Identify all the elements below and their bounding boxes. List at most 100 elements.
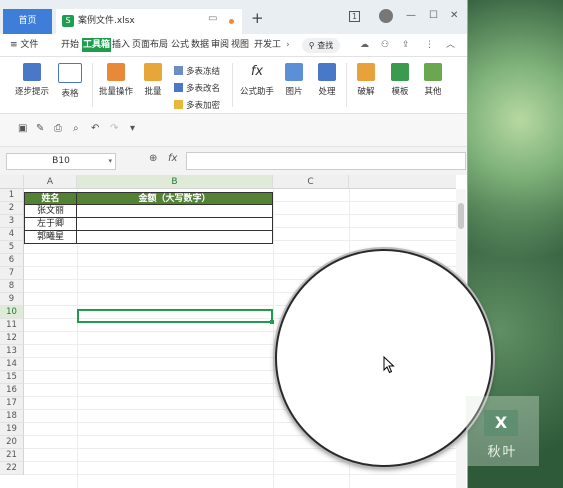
multi-sheet-rename[interactable]: 多表改名 <box>174 82 220 94</box>
column-header-c[interactable]: C <box>273 175 349 189</box>
cell-reference: B10 <box>52 156 70 166</box>
avatar[interactable] <box>379 9 393 23</box>
row-header[interactable]: 8 <box>0 280 24 293</box>
column-header-a[interactable]: A <box>24 175 77 189</box>
row-header[interactable]: 18 <box>0 410 24 423</box>
logo-mark: X <box>484 410 518 436</box>
fx-icon[interactable]: fx <box>168 153 177 164</box>
print-icon[interactable]: ⎙ <box>54 123 62 134</box>
user-icon[interactable]: ⚇ <box>381 34 389 56</box>
batch-operation-button[interactable]: 批量操作 <box>96 63 136 97</box>
menu-bar: ≡ 文件 开始 工具箱 插入 页面布局 公式 数据 审阅 视图 开发工 › ☁ … <box>0 34 467 57</box>
monitor-icon[interactable]: ▭ <box>208 13 217 24</box>
undo-icon[interactable]: ↶ <box>91 123 99 134</box>
close-button[interactable]: ✕ <box>450 10 458 21</box>
gridline <box>273 189 274 488</box>
table-cell-name[interactable]: 左于卿 <box>24 218 77 231</box>
freeze-label: 多表冻结 <box>186 67 221 77</box>
header-cell-name[interactable]: 姓名 <box>24 192 77 205</box>
row-header[interactable]: 20 <box>0 436 24 449</box>
file-tab-label: 案例文件.xlsx <box>78 16 135 26</box>
column-header-b[interactable]: B <box>77 175 273 189</box>
process-label: 处理 <box>318 87 336 97</box>
scrollbar-thumb[interactable] <box>458 203 464 229</box>
menu-toolbox[interactable]: 工具箱 <box>82 38 112 52</box>
image-button[interactable]: 图片 <box>283 63 305 97</box>
row-header[interactable]: 19 <box>0 423 24 436</box>
menu-data[interactable]: 数据 <box>191 34 209 56</box>
menu-more-icon[interactable]: › <box>286 34 290 56</box>
template-button[interactable]: 模板 <box>389 63 411 97</box>
header-cell-amount[interactable]: 金额（大写数字） <box>77 192 273 205</box>
share-icon[interactable]: ⇪ <box>402 34 410 56</box>
fill-handle[interactable] <box>270 320 274 324</box>
active-cell-b10[interactable] <box>77 309 273 323</box>
table-cell-amount[interactable] <box>77 218 273 231</box>
select-all-corner[interactable] <box>0 175 24 189</box>
row-header[interactable]: 15 <box>0 371 24 384</box>
other-button[interactable]: 其他 <box>422 63 444 97</box>
row-header[interactable]: 22 <box>0 462 24 475</box>
menu-start[interactable]: 开始 <box>61 34 79 56</box>
row-header[interactable]: 17 <box>0 397 24 410</box>
multi-sheet-freeze[interactable]: 多表冻结 <box>174 65 220 77</box>
multi-sheet-encrypt[interactable]: 多表加密 <box>174 99 220 111</box>
search-box[interactable]: ⚲ 查找 <box>302 38 340 53</box>
row-header[interactable]: 13 <box>0 345 24 358</box>
tab-file[interactable]: S 案例文件.xlsx ▭ <box>56 9 242 34</box>
more-icon[interactable]: ⋮ <box>425 34 434 56</box>
redo-icon[interactable]: ↷ <box>110 123 118 134</box>
process-button[interactable]: 处理 <box>316 63 338 97</box>
table-cell-name[interactable]: 郭曦星 <box>24 231 77 244</box>
row-header[interactable]: 14 <box>0 358 24 371</box>
menu-view[interactable]: 视图 <box>231 34 249 56</box>
row-header[interactable]: 11 <box>0 319 24 332</box>
ribbon-separator <box>346 63 347 107</box>
row-header[interactable]: 5 <box>0 241 24 254</box>
table-cell-name[interactable]: 张文丽 <box>24 205 77 218</box>
row-header[interactable]: 12 <box>0 332 24 345</box>
menu-page-layout[interactable]: 页面布局 <box>132 34 168 56</box>
key-icon <box>357 63 375 81</box>
row-header[interactable]: 16 <box>0 384 24 397</box>
menu-file[interactable]: ≡ 文件 <box>10 34 38 56</box>
print-preview-icon[interactable]: ⌕ <box>73 123 79 134</box>
batch-button[interactable]: 批量 <box>140 63 166 97</box>
menu-insert[interactable]: 插入 <box>112 34 130 56</box>
row-header[interactable]: 10 <box>0 306 24 319</box>
menu-formula[interactable]: 公式 <box>171 34 189 56</box>
crack-button[interactable]: 破解 <box>355 63 377 97</box>
row-header[interactable]: 4 <box>0 228 24 241</box>
zoom-icon[interactable]: ⊕ <box>149 153 157 164</box>
new-tab-button[interactable]: + <box>251 9 264 27</box>
formula-helper-button[interactable]: fx 公式助手 <box>238 63 276 97</box>
tab-home[interactable]: 首页 <box>3 9 52 34</box>
maximize-button[interactable]: ☐ <box>429 10 438 21</box>
row-header[interactable]: 7 <box>0 267 24 280</box>
quick-access-toolbar: ▣ ✎ ⎙ ⌕ ↶ ↷ ▾ <box>0 114 467 147</box>
save-icon[interactable]: ▣ <box>18 123 27 134</box>
step-tip-button[interactable]: 逐步提示 <box>12 63 52 97</box>
name-box[interactable]: B10 ▾ <box>6 153 116 170</box>
cloud-icon[interactable]: ☁ <box>360 34 369 56</box>
watermark-logo: X 秋叶 <box>466 396 539 466</box>
menu-review[interactable]: 审阅 <box>211 34 229 56</box>
row-header[interactable]: 1 <box>0 189 24 202</box>
batch-operation-icon <box>107 63 125 81</box>
table-button[interactable]: 表格 <box>57 63 83 99</box>
customize-icon[interactable]: ▾ <box>130 123 135 134</box>
menu-developer[interactable]: 开发工 <box>254 34 281 56</box>
row-header[interactable]: 21 <box>0 449 24 462</box>
formula-input[interactable] <box>186 152 466 170</box>
row-header[interactable]: 3 <box>0 215 24 228</box>
minimize-button[interactable]: — <box>406 10 416 21</box>
row-header[interactable]: 6 <box>0 254 24 267</box>
collapse-ribbon-icon[interactable]: ︿ <box>446 34 455 56</box>
row-header[interactable]: 9 <box>0 293 24 306</box>
row-header[interactable]: 2 <box>0 202 24 215</box>
table-cell-amount[interactable] <box>77 231 273 244</box>
table-cell-amount[interactable] <box>77 205 273 218</box>
window-count-badge[interactable]: 1 <box>349 11 361 22</box>
format-painter-icon[interactable]: ✎ <box>36 123 44 134</box>
template-icon <box>391 63 409 81</box>
